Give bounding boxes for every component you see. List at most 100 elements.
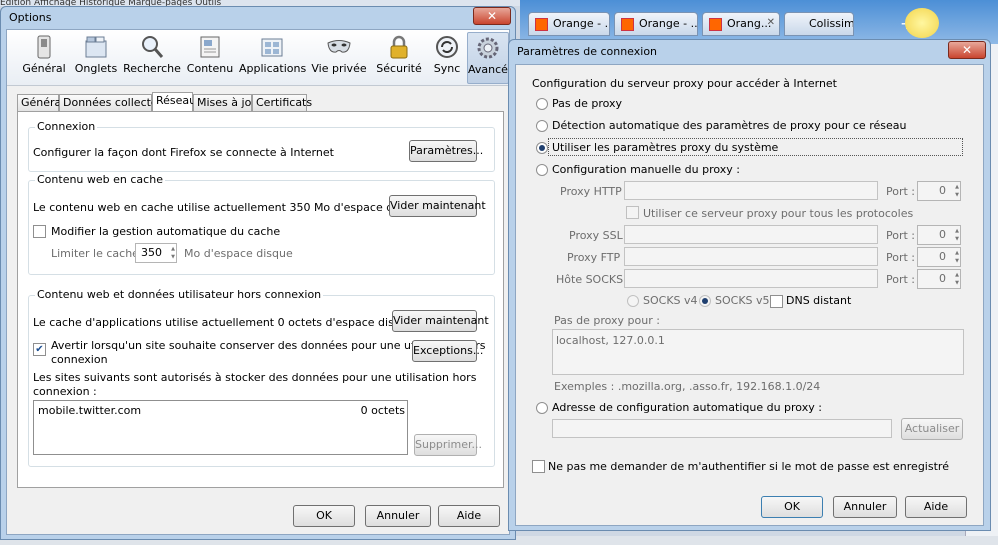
applications-icon (261, 38, 283, 57)
http-port-label: Port : (886, 185, 916, 198)
gear-icon (477, 37, 499, 59)
auto-detect-label: Détection automatique des paramètres de … (552, 119, 907, 132)
tab-label: Orang... (727, 17, 772, 30)
tab-updates[interactable]: Mises à jour (193, 94, 263, 111)
connection-content: Configuration du serveur proxy pour accé… (515, 64, 984, 526)
no-proxy-examples: Exemples : .mozilla.org, .asso.fr, 192.1… (554, 380, 821, 393)
browser-tab[interactable]: Orange - ... (528, 12, 610, 36)
ssl-port-input[interactable]: 0 (917, 225, 961, 245)
dialog-title: Paramètres de connexion (517, 45, 658, 58)
toolbar-security[interactable]: Sécurité (371, 32, 427, 84)
no-proxy-radio[interactable] (536, 98, 548, 110)
cancel-button[interactable]: Annuler (833, 496, 897, 518)
override-cache-checkbox[interactable] (33, 225, 46, 238)
help-button[interactable]: Aide (905, 496, 967, 518)
magnifier-icon (142, 36, 164, 58)
toolbar-label: Avancé (468, 63, 508, 76)
ssl-proxy-input[interactable] (624, 225, 878, 244)
network-panel: Connexion Configurer la façon dont Firef… (17, 111, 504, 488)
tab-label: Orange - ... (553, 17, 610, 30)
auto-detect-radio[interactable] (536, 120, 548, 132)
toolbar-applications[interactable]: Applications (239, 32, 307, 84)
tabs-icon (85, 36, 107, 58)
browser-tab[interactable]: Orang... ✕ (702, 12, 780, 36)
tab-certificates[interactable]: Certificats (252, 94, 312, 111)
toolbar-sync[interactable]: Sync (427, 32, 467, 84)
cancel-button[interactable]: Annuler (365, 505, 431, 527)
help-button[interactable]: Aide (438, 505, 500, 527)
http-port-input[interactable]: 0 (917, 181, 961, 201)
ok-button[interactable]: OK (761, 496, 823, 518)
connection-settings-button[interactable]: Paramètres... (409, 140, 483, 162)
cache-limit-spinner[interactable]: 350 (135, 243, 177, 263)
ftp-proxy-label: Proxy FTP : (567, 251, 628, 264)
reload-button[interactable]: Actualiser (901, 418, 963, 440)
toolbar-label: Sécurité (376, 62, 422, 75)
same-proxy-label: Utiliser ce serveur proxy pour tous les … (643, 207, 914, 220)
sites-allowed-label: Les sites suivants sont autorisés à stoc… (33, 371, 477, 384)
list-item[interactable]: mobile.twitter.com 0 octets (34, 401, 407, 419)
cache-group: Contenu web en cache Le contenu web en c… (28, 173, 495, 275)
toolbar-label: Applications (239, 62, 307, 75)
same-proxy-checkbox[interactable] (626, 206, 639, 219)
toolbar-search[interactable]: Recherche (123, 32, 181, 84)
http-proxy-input[interactable] (624, 181, 878, 200)
site-name: mobile.twitter.com (38, 404, 142, 417)
app-cache-usage-text: Le cache d'applications utilise actuelle… (33, 316, 415, 329)
ssl-port-label: Port : (886, 229, 916, 242)
remote-dns-checkbox[interactable] (770, 295, 783, 308)
tab-data-choices[interactable]: Données collectées (59, 94, 170, 111)
toolbar-general[interactable]: Général (19, 32, 69, 84)
no-proxy-for-textarea[interactable]: localhost, 127.0.0.1 (552, 329, 964, 375)
no-auth-prompt-checkbox[interactable] (532, 460, 545, 473)
browser-tab[interactable]: Orange - ... (614, 12, 698, 36)
toolbar-tabs[interactable]: Onglets (71, 32, 121, 84)
toolbar-advanced[interactable]: Avancé (467, 32, 509, 84)
close-window-button[interactable]: ✕ (473, 7, 511, 25)
socks-v5-label: SOCKS v5 (715, 294, 770, 307)
http-proxy-label: Proxy HTTP : (560, 185, 629, 198)
socks-port-input[interactable]: 0 (917, 269, 961, 289)
auto-config-url-input[interactable] (552, 419, 892, 438)
socks-host-input[interactable] (624, 269, 878, 288)
toolbar-label: Général (22, 62, 66, 75)
system-proxy-radio[interactable] (536, 142, 548, 154)
ok-button[interactable]: OK (293, 505, 355, 527)
tab-network[interactable]: Réseau (152, 92, 196, 112)
socks-v4-label: SOCKS v4 (643, 294, 698, 307)
connection-description: Configurer la façon dont Firefox se conn… (33, 146, 334, 159)
connection-settings-dialog: Paramètres de connexion ✕ Configuration … (508, 39, 991, 531)
offline-sites-list[interactable]: mobile.twitter.com 0 octets (33, 400, 408, 455)
auto-config-radio[interactable] (536, 402, 548, 414)
close-tab-icon[interactable]: ✕ (767, 17, 775, 28)
socks-v5-radio[interactable] (699, 295, 711, 307)
ssl-proxy-label: Proxy SSL : (569, 229, 630, 242)
options-content: Général Onglets Recherche Contenu Applic… (6, 29, 510, 535)
no-auth-prompt-label: Ne pas me demander de m'authentifier si … (548, 460, 949, 473)
clear-cache-button[interactable]: Vider maintenant (389, 195, 486, 217)
manual-proxy-radio[interactable] (536, 164, 548, 176)
remove-site-button[interactable]: Supprimer... (414, 434, 482, 456)
ftp-proxy-input[interactable] (624, 247, 878, 266)
toolbar-label: Onglets (74, 62, 118, 75)
toolbar-privacy[interactable]: Vie privée (309, 32, 369, 84)
toolbar-label: Contenu (186, 62, 234, 75)
cache-usage-text: Le contenu web en cache utilise actuelle… (33, 201, 423, 214)
no-proxy-for-label: Pas de proxy pour : (554, 314, 660, 327)
tab-general[interactable]: Général (17, 94, 64, 111)
close-dialog-button[interactable]: ✕ (948, 41, 986, 59)
group-title: Contenu web en cache (35, 173, 165, 186)
browser-tab[interactable]: Colissimo (784, 12, 854, 36)
system-proxy-label: Utiliser les paramètres proxy du système (552, 141, 779, 154)
warn-offline-checkbox[interactable] (33, 343, 46, 356)
tab-label: Colissimo (809, 17, 854, 30)
clear-app-cache-button[interactable]: Vider maintenant (392, 310, 489, 332)
toolbar-content[interactable]: Contenu (185, 32, 235, 84)
tab-label: Orange - ... (639, 17, 698, 30)
toolbar-label: Sync (433, 62, 461, 75)
sites-allowed-label-cont: connexion : (33, 385, 97, 398)
no-proxy-label: Pas de proxy (552, 97, 623, 110)
ftp-port-input[interactable]: 0 (917, 247, 961, 267)
exceptions-button[interactable]: Exceptions... (412, 340, 483, 362)
socks-v4-radio[interactable] (627, 295, 639, 307)
